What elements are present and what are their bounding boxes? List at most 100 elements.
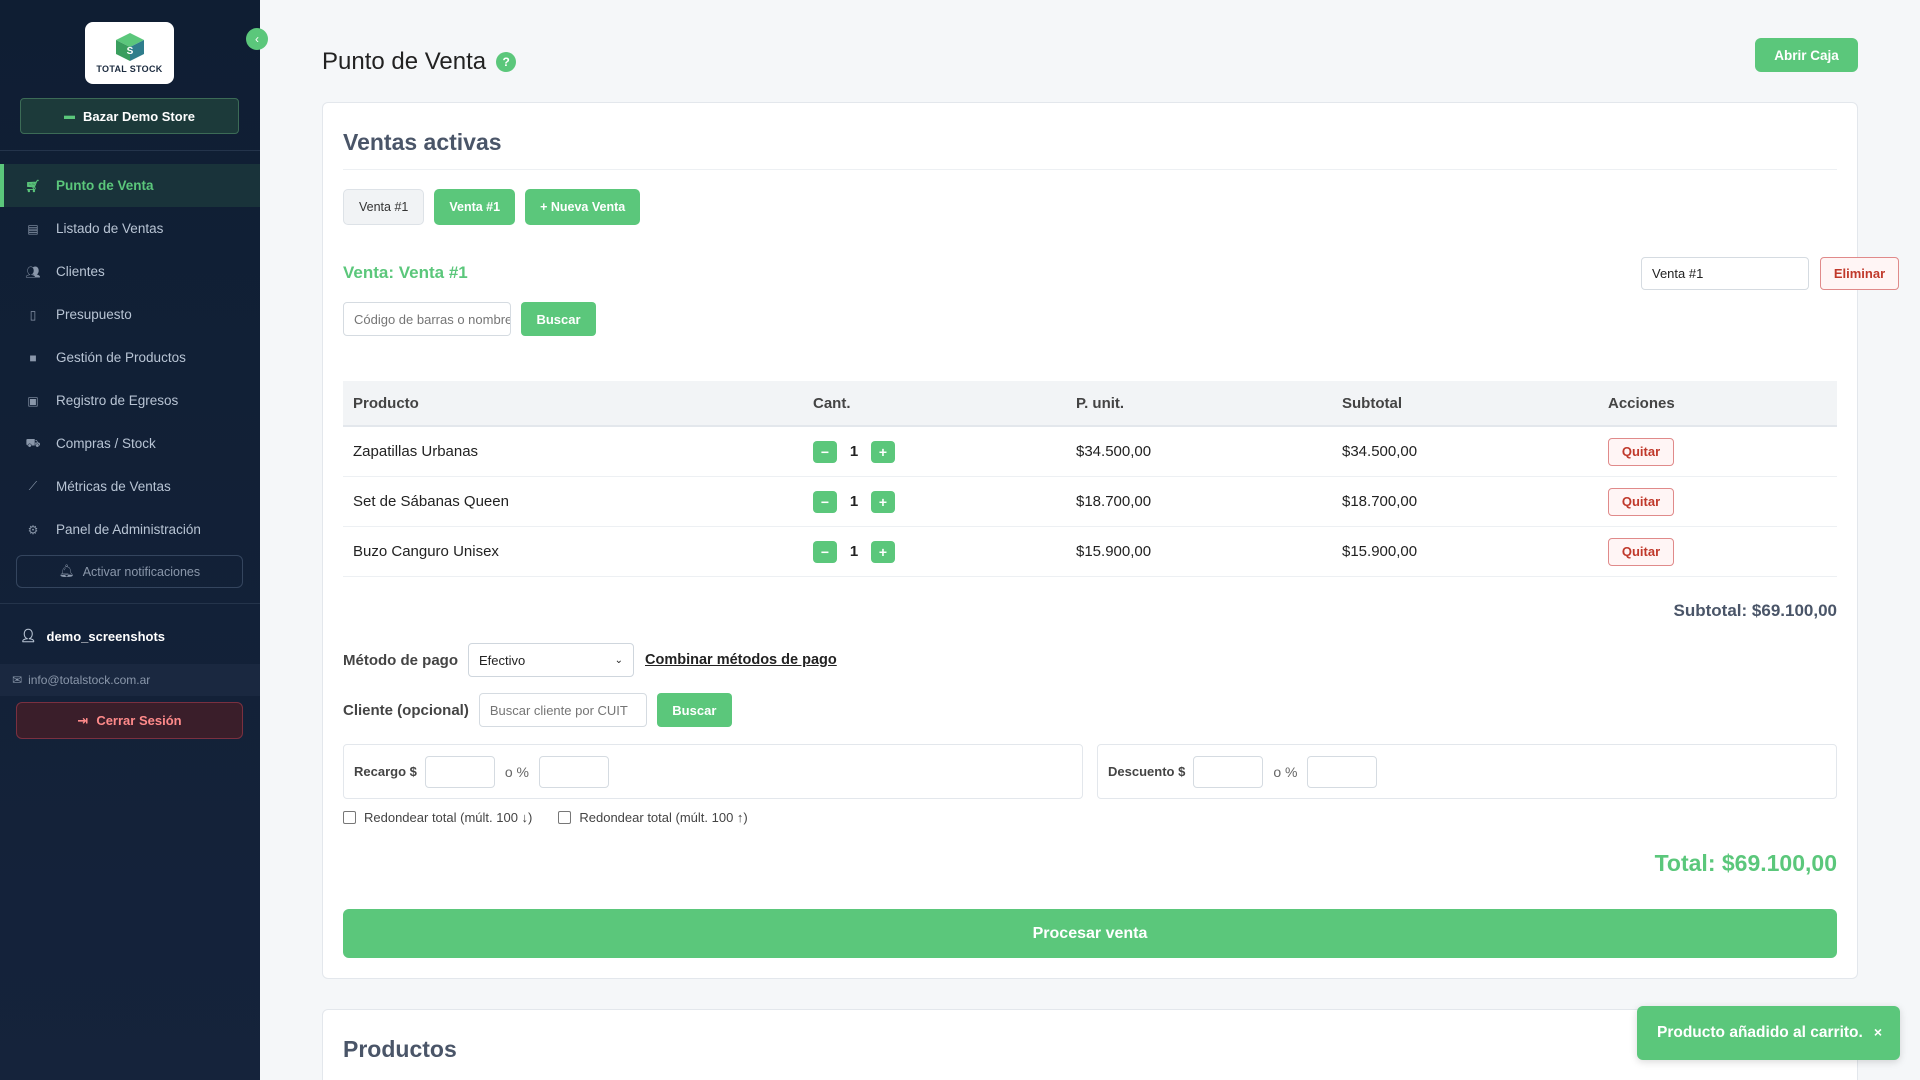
sale-tab-active[interactable]: Venta #1 — [434, 189, 516, 225]
logout-label: Cerrar Sesión — [96, 713, 182, 728]
toast-notification: Producto añadido al carrito. × — [1637, 1006, 1900, 1060]
sidebar-item-label: Listado de Ventas — [56, 221, 164, 236]
close-icon[interactable]: × — [1874, 1024, 1882, 1040]
increase-qty-button[interactable]: + — [871, 490, 895, 513]
notifications-button[interactable]: 🔔︎ Activar notificaciones — [16, 555, 243, 588]
surcharge-or-percent: o % — [504, 763, 529, 780]
file-icon: ▯ — [29, 307, 37, 322]
barcode-search-input[interactable] — [343, 302, 511, 336]
products-title: Productos — [343, 1036, 457, 1062]
payment-method-select[interactable]: Efectivo ⌄ — [468, 643, 634, 677]
qty-stepper: − 1 + — [813, 440, 1076, 463]
sidebar-item-clientes[interactable]: 👥︎ Clientes — [0, 250, 260, 293]
qty-stepper: − 1 + — [813, 490, 1076, 513]
process-sale-button[interactable]: Procesar venta — [343, 909, 1837, 958]
surcharge-amount-input[interactable] — [424, 755, 495, 788]
open-box-button[interactable]: Abrir Caja — [1755, 38, 1858, 72]
cart-table: Producto Cant. P. unit. Subtotal Accione… — [343, 381, 1837, 577]
qty-value: 1 — [849, 543, 859, 560]
sidebar-item-presupuesto[interactable]: ▯ Presupuesto — [0, 293, 260, 336]
sidebar: S TOTAL STOCK ▬ Bazar Demo Store 🛒︎ Punt… — [0, 0, 260, 1080]
sidebar-item-listado-ventas[interactable]: ▤ Listado de Ventas — [0, 207, 260, 250]
col-qty: Cant. — [813, 394, 851, 412]
store-button[interactable]: ▬ Bazar Demo Store — [20, 98, 239, 134]
decrease-qty-button[interactable]: − — [813, 540, 837, 563]
decrease-qty-button[interactable]: − — [813, 490, 837, 513]
users-icon: 👥︎ — [25, 264, 41, 279]
payment-method-label: Método de pago — [343, 651, 458, 669]
discount-label: Descuento $ — [1108, 764, 1186, 779]
chevron-down-icon: ⌄ — [614, 654, 623, 666]
page-title: Punto de Venta ? — [322, 48, 517, 76]
logo[interactable]: S TOTAL STOCK — [85, 22, 174, 84]
user-info: 👤︎ demo_screenshots — [20, 628, 165, 644]
logout-button[interactable]: ⇥ Cerrar Sesión — [16, 702, 243, 739]
sale-tabs: Venta #1 Venta #1 + Nueva Venta — [343, 189, 641, 225]
surcharge-box: Recargo $ o % — [343, 744, 1083, 799]
store-icon: ▬ — [64, 110, 75, 122]
qty-value: 1 — [849, 493, 859, 510]
email-info: ✉︎ info@totalstock.com.ar — [0, 664, 260, 696]
sidebar-item-metricas[interactable]: ⟋ Métricas de Ventas — [0, 465, 260, 508]
barcode-search-button[interactable]: Buscar — [521, 302, 596, 336]
sidebar-item-punto-de-venta[interactable]: 🛒︎ Punto de Venta — [0, 164, 260, 207]
logo-text: TOTAL STOCK — [96, 64, 163, 74]
active-sales-title: Ventas activas — [343, 129, 502, 155]
user-email: info@totalstock.com.ar — [28, 673, 151, 687]
table-row: Set de Sábanas Queen − 1 + $18.700,00 $1… — [343, 477, 1837, 527]
remove-item-button[interactable]: Quitar — [1608, 437, 1674, 466]
logo-icon: S — [115, 33, 144, 61]
cart-subtotal: Subtotal: $69.100,00 — [1673, 601, 1837, 620]
help-icon[interactable]: ? — [496, 52, 517, 72]
surcharge-percent-input[interactable] — [539, 755, 609, 788]
bell-icon: 🔔︎ — [58, 564, 75, 578]
remove-item-button[interactable]: Quitar — [1608, 487, 1674, 516]
sidebar-item-panel-admin[interactable]: ⚙︎ Panel de Administración — [0, 508, 260, 551]
truck-icon: ⛟ — [25, 435, 41, 450]
remove-item-button[interactable]: Quitar — [1608, 537, 1674, 566]
delete-sale-button[interactable]: Eliminar — [1820, 257, 1899, 290]
decrease-qty-button[interactable]: − — [813, 440, 837, 463]
chart-icon: ⟋ — [28, 479, 38, 493]
box-icon: ■ — [29, 350, 37, 365]
discount-amount-input[interactable] — [1193, 755, 1264, 788]
round-down-label: Redondear total (múlt. 100 ↓) — [364, 810, 533, 825]
product-name: Buzo Canguro Unisex — [353, 543, 499, 560]
logout-icon: ⇥ — [77, 712, 89, 728]
combine-payment-link[interactable]: Combinar métodos de pago — [645, 652, 837, 668]
increase-qty-button[interactable]: + — [871, 440, 895, 463]
table-header: Producto Cant. P. unit. Subtotal Accione… — [343, 381, 1837, 427]
col-unit-price: P. unit. — [1076, 394, 1125, 412]
sidebar-item-label: Panel de Administración — [56, 522, 201, 537]
sidebar-item-label: Punto de Venta — [56, 178, 154, 193]
product-name: Zapatillas Urbanas — [353, 443, 479, 460]
sale-name-input[interactable] — [1641, 257, 1809, 290]
sidebar-item-registro-egresos[interactable]: ▣ Registro de Egresos — [0, 379, 260, 422]
round-up-checkbox[interactable] — [558, 811, 572, 824]
sale-tab[interactable]: Venta #1 — [343, 189, 425, 225]
increase-qty-button[interactable]: + — [871, 540, 895, 563]
discount-percent-input[interactable] — [1307, 755, 1378, 788]
round-down-checkbox[interactable] — [343, 811, 356, 824]
main-content: Punto de Venta ? Abrir Caja Ventas activ… — [260, 0, 1920, 1080]
sidebar-item-label: Registro de Egresos — [56, 393, 179, 408]
payment-method-value: Efectivo — [479, 652, 526, 668]
qty-value: 1 — [849, 443, 859, 460]
client-search-input[interactable] — [478, 693, 647, 727]
payment-method-row: Método de pago Efectivo ⌄ Combinar métod… — [343, 643, 837, 677]
sidebar-item-compras-stock[interactable]: ⛟ Compras / Stock — [0, 422, 260, 465]
page-title-text: Punto de Venta — [322, 48, 487, 75]
sidebar-item-label: Presupuesto — [56, 307, 132, 322]
new-sale-button[interactable]: + Nueva Venta — [525, 189, 641, 225]
money-icon: ▣ — [27, 393, 39, 408]
active-sales-card: Ventas activas Venta #1 Venta #1 + Nueva… — [322, 102, 1899, 979]
sidebar-item-gestion-productos[interactable]: ■ Gestión de Productos — [0, 336, 260, 379]
collapse-sidebar-button[interactable]: ‹ — [246, 28, 268, 50]
sidebar-divider — [0, 603, 260, 604]
surcharge-label: Recargo $ — [354, 764, 417, 779]
row-subtotal: $18.700,00 — [1342, 493, 1418, 510]
sidebar-item-label: Métricas de Ventas — [56, 479, 171, 494]
client-search-button[interactable]: Buscar — [656, 693, 732, 727]
toast-message: Producto añadido al carrito. — [1657, 1024, 1863, 1041]
rounding-options: Redondear total (múlt. 100 ↓) Redondear … — [343, 810, 748, 825]
